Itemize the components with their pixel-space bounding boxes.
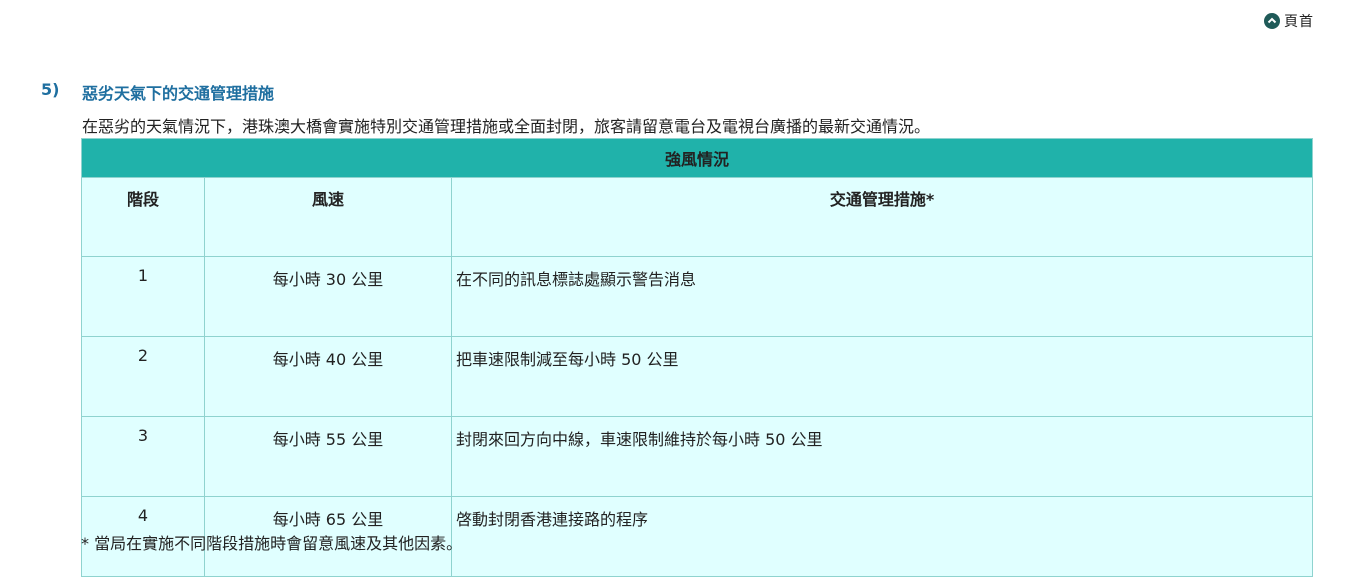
- section-title: 惡劣天氣下的交通管理措施: [82, 84, 275, 103]
- column-header-wind-speed: 風速: [204, 177, 452, 257]
- table-caption: 強風情況: [81, 138, 1313, 178]
- measure-cell: 封閉來回方向中線，車速限制維持於每小時 50 公里: [451, 416, 1313, 497]
- wind-speed-cell: 每小時 40 公里: [204, 336, 452, 417]
- section-intro: 在惡劣的天氣情況下，港珠澳大橋會實施特別交通管理措施或全面封閉，旅客請留意電台及…: [82, 117, 931, 136]
- wind-speed-cell: 每小時 30 公里: [204, 256, 452, 337]
- measure-cell: 把車速限制減至每小時 50 公里: [451, 336, 1313, 417]
- wind-measures-table: 強風情況 階段 風速 交通管理措施* 1 每小時 30 公里 在不同的訊息標誌處…: [81, 138, 1313, 577]
- column-header-measure: 交通管理措施*: [451, 177, 1313, 257]
- table-row: 1 每小時 30 公里 在不同的訊息標誌處顯示警告消息: [81, 256, 1313, 337]
- back-to-top-link[interactable]: 頁首: [1264, 11, 1314, 31]
- column-header-stage: 階段: [81, 177, 205, 257]
- measure-cell: 在不同的訊息標誌處顯示警告消息: [451, 256, 1313, 337]
- footnote: * 當局在實施不同階段措施時會留意風速及其他因素。: [81, 534, 463, 553]
- measure-cell: 啓動封閉香港連接路的程序: [451, 496, 1313, 577]
- stage-cell: 3: [81, 416, 205, 497]
- stage-cell: 2: [81, 336, 205, 417]
- chevron-up-circle-icon: [1264, 13, 1280, 29]
- table-row: 3 每小時 55 公里 封閉來回方向中線，車速限制維持於每小時 50 公里: [81, 416, 1313, 497]
- table-row: 2 每小時 40 公里 把車速限制減至每小時 50 公里: [81, 336, 1313, 417]
- section-number: 5): [41, 80, 60, 99]
- stage-cell: 1: [81, 256, 205, 337]
- back-to-top-label: 頁首: [1284, 14, 1314, 30]
- wind-speed-cell: 每小時 55 公里: [204, 416, 452, 497]
- section-heading: 5) 惡劣天氣下的交通管理措施: [41, 80, 274, 104]
